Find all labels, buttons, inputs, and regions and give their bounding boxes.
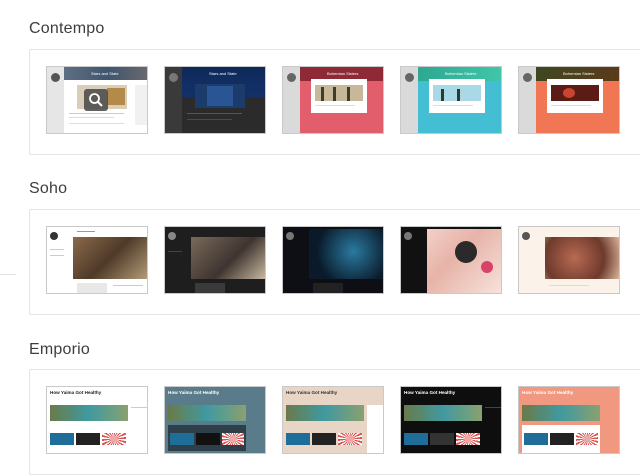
section-title-emporio: Emporio [29, 341, 90, 358]
theme-thumbnail-contempo-pink[interactable]: Bohemian Sisters [282, 66, 384, 134]
theme-thumbnail-emporio-light[interactable]: How Yaima Got Healthy [46, 386, 148, 454]
theme-thumbnail-emporio-slate[interactable]: How Yaima Got Healthy [164, 386, 266, 454]
theme-thumbnail-contempo-light[interactable]: Stars and State [46, 66, 148, 134]
theme-thumbnail-soho-pastel[interactable] [400, 226, 502, 294]
theme-thumbnail-soho-night[interactable] [282, 226, 384, 294]
section-title-soho: Soho [29, 180, 68, 197]
magnifier-icon[interactable] [84, 89, 108, 111]
theme-thumbnail-contempo-teal[interactable]: Bohemian Sisters [400, 66, 502, 134]
theme-thumbnail-emporio-black[interactable]: How Yaima Got Healthy [400, 386, 502, 454]
theme-thumbnail-emporio-sand[interactable]: How Yaima Got Healthy [282, 386, 384, 454]
post-title: How Yaima Got Healthy [50, 390, 102, 395]
theme-thumbnail-soho-light[interactable] [46, 226, 148, 294]
left-divider [0, 274, 16, 275]
theme-thumbnail-emporio-coral[interactable]: How Yaima Got Healthy [518, 386, 620, 454]
contempo-gallery: Stars and State Stars and State Bohemian… [29, 49, 640, 155]
soho-gallery [29, 209, 640, 315]
section-title-contempo: Contempo [29, 20, 105, 37]
theme-thumbnail-contempo-orange[interactable]: Bohemian Sisters [518, 66, 620, 134]
theme-thumbnail-soho-dark[interactable] [164, 226, 266, 294]
emporio-gallery: How Yaima Got Healthy How Yaima Got Heal… [29, 369, 640, 475]
theme-thumbnail-soho-cream[interactable] [518, 226, 620, 294]
theme-thumbnail-contempo-dark[interactable]: Stars and State [164, 66, 266, 134]
